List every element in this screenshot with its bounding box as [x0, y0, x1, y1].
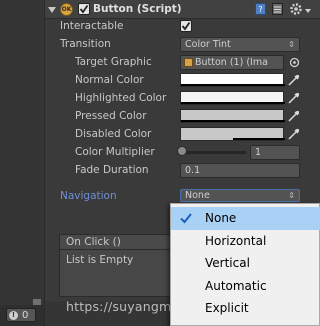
script-icon: OK: [60, 3, 73, 16]
color-multiplier-label: Color Multiplier: [75, 146, 155, 158]
image-icon: [184, 58, 193, 67]
panel-divider: [44, 0, 45, 326]
fade-duration-input[interactable]: 0.1: [180, 163, 300, 178]
check-icon: [79, 4, 89, 14]
normal-color-label: Normal Color: [75, 74, 144, 86]
disabled-color-swatch[interactable]: [180, 127, 285, 141]
alpha-bar: [181, 84, 285, 86]
menu-item-horizontal[interactable]: Horizontal: [171, 230, 320, 253]
component-title: Button (Script): [93, 3, 182, 15]
preset-icon[interactable]: [272, 3, 283, 15]
script-icon-label: OK: [61, 6, 72, 13]
lines-menu-icon[interactable]: [33, 296, 41, 305]
highlighted-color-label: Highlighted Color: [75, 92, 167, 104]
menu-item-automatic[interactable]: Automatic: [171, 275, 320, 298]
error-icon: !: [9, 311, 18, 320]
transition-value: Color Tint: [185, 39, 231, 50]
transition-label: Transition: [60, 38, 111, 50]
pressed-color-label: Pressed Color: [75, 110, 147, 122]
component-enabled-checkbox[interactable]: [78, 3, 90, 15]
alpha-bar: [233, 138, 285, 140]
navigation-menu: None Horizontal Vertical Automatic Expli…: [170, 203, 320, 326]
navigation-dropdown[interactable]: None ⇕: [180, 189, 300, 202]
eyedropper-icon[interactable]: [288, 92, 300, 104]
menu-item-label: None: [205, 211, 237, 225]
menu-item-label: Explicit: [205, 301, 249, 315]
color-multiplier-slider-track[interactable]: [182, 151, 246, 154]
gear-icon[interactable]: [289, 2, 303, 16]
left-panel: [0, 0, 44, 326]
check-icon: [181, 21, 191, 31]
gear-menu-arrow-icon[interactable]: [305, 5, 311, 17]
normal-color-swatch[interactable]: [180, 73, 285, 87]
on-click-header: On Click (): [59, 234, 179, 249]
updown-arrow-icon: ⇕: [288, 40, 295, 49]
object-picker-icon[interactable]: [289, 57, 300, 68]
updown-arrow-icon: ⇕: [288, 191, 295, 200]
navigation-label: Navigation: [60, 190, 117, 202]
color-multiplier-slider-thumb[interactable]: [177, 146, 187, 156]
checkmark-icon: [180, 213, 192, 224]
fade-duration-label: Fade Duration: [75, 164, 149, 176]
eyedropper-icon[interactable]: [288, 110, 300, 122]
menu-item-none[interactable]: None: [171, 207, 320, 230]
error-count: 0: [22, 310, 29, 321]
error-count-button[interactable]: ! 0: [6, 308, 36, 322]
alpha-bar: [181, 120, 285, 122]
alpha-bar: [181, 102, 285, 104]
disabled-color-label: Disabled Color: [75, 128, 152, 140]
color-multiplier-input[interactable]: 1: [250, 145, 300, 160]
help-icon[interactable]: ?: [255, 3, 266, 15]
pressed-color-swatch[interactable]: [180, 109, 285, 123]
navigation-value: None: [185, 190, 210, 201]
target-graphic-value: Button (1) (Ima: [195, 57, 268, 68]
on-click-empty-text: List is Empty: [66, 254, 134, 266]
transition-dropdown[interactable]: Color Tint ⇕: [180, 37, 300, 52]
menu-item-label: Automatic: [205, 279, 267, 293]
highlighted-color-swatch[interactable]: [180, 91, 285, 105]
menu-item-vertical[interactable]: Vertical: [171, 252, 320, 275]
menu-item-label: Vertical: [205, 256, 250, 270]
menu-item-label: Horizontal: [205, 234, 267, 248]
target-graphic-label: Target Graphic: [75, 56, 152, 68]
menu-item-explicit[interactable]: Explicit: [171, 297, 320, 320]
on-click-list: List is Empty: [59, 249, 179, 297]
interactable-label: Interactable: [60, 20, 124, 32]
eyedropper-icon[interactable]: [288, 128, 300, 140]
target-graphic-field[interactable]: Button (1) (Ima: [180, 55, 284, 70]
foldout-arrow-icon[interactable]: [48, 5, 56, 17]
interactable-checkbox[interactable]: [180, 20, 192, 32]
eyedropper-icon[interactable]: [288, 74, 300, 86]
